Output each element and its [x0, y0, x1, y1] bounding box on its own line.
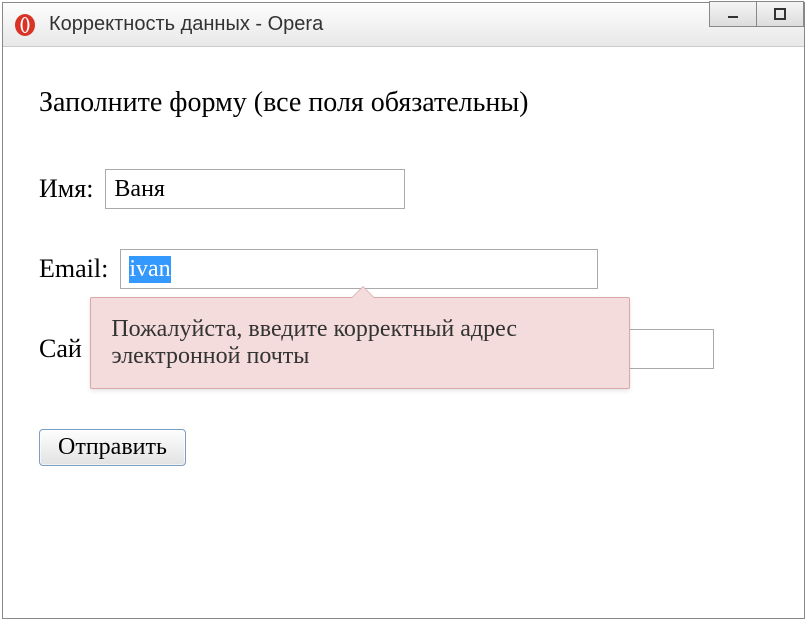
submit-button[interactable]: Отправить [39, 429, 186, 466]
email-selected-text: ivan [129, 256, 170, 283]
site-label: Сай [39, 334, 82, 364]
validation-tooltip: Пожалуйста, введите корректный адрес эле… [90, 297, 630, 389]
email-input-wrap: ivan Пожалуйста, введите корректный адре… [120, 249, 598, 289]
titlebar: Корректность данных - Opera [3, 3, 804, 47]
email-input[interactable]: ivan [120, 249, 598, 289]
name-input[interactable] [105, 169, 405, 209]
page-content: Заполните форму (все поля обязательны) И… [3, 47, 804, 506]
opera-icon [13, 13, 37, 37]
name-label: Имя: [39, 174, 93, 204]
window-controls [710, 1, 804, 27]
name-row: Имя: [39, 169, 768, 209]
browser-window: Корректность данных - Opera Заполните фо… [2, 2, 805, 619]
page-heading: Заполните форму (все поля обязательны) [39, 87, 768, 119]
submit-row: Отправить [39, 429, 768, 466]
window-title: Корректность данных - Opera [49, 13, 323, 36]
maximize-button[interactable] [756, 1, 804, 27]
email-row: Email: ivan Пожалуйста, введите корректн… [39, 249, 768, 289]
minimize-button[interactable] [709, 1, 757, 27]
email-label: Email: [39, 254, 108, 284]
